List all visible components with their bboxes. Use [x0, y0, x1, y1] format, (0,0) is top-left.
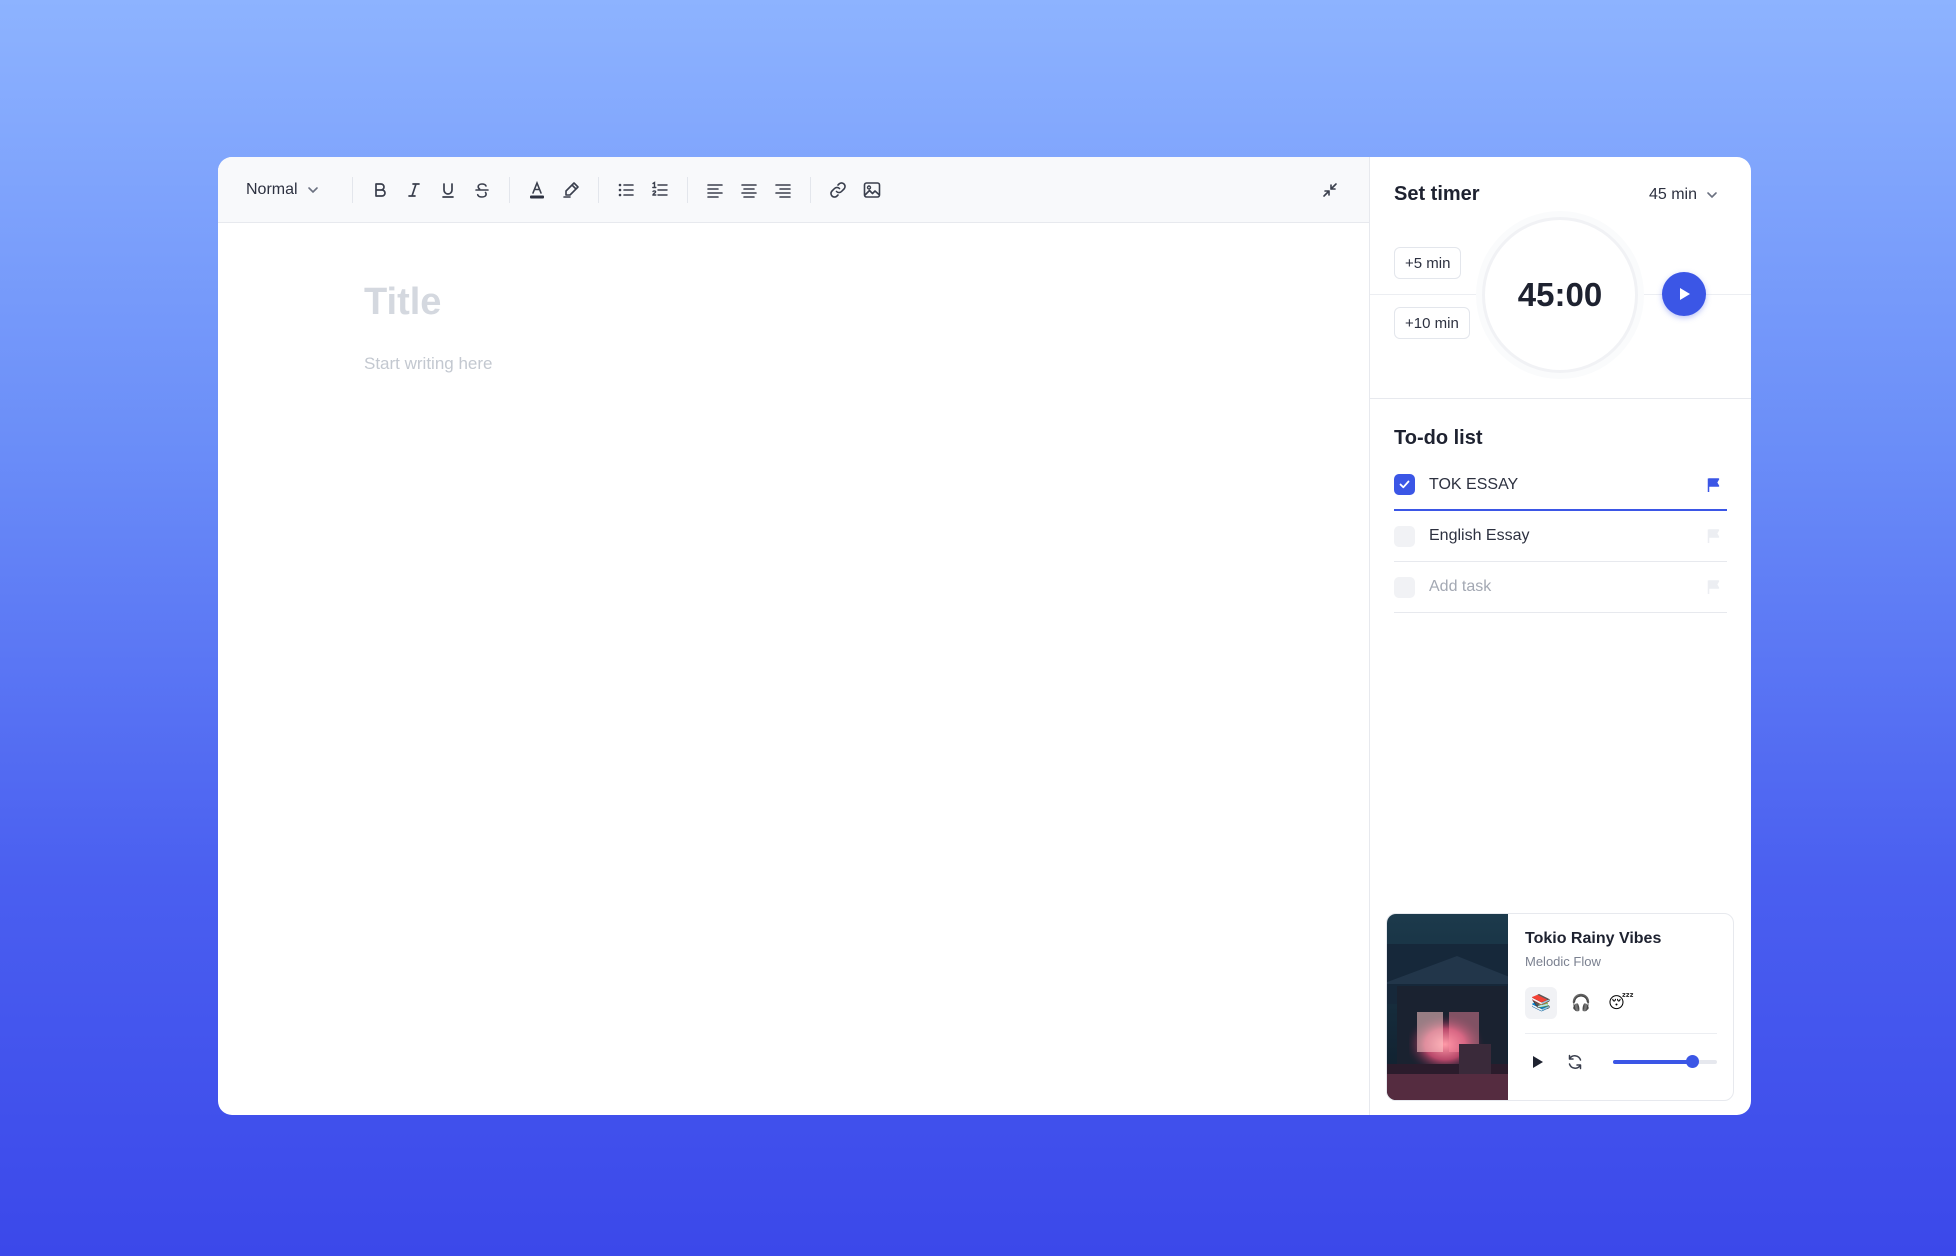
bold-icon	[374, 182, 386, 197]
track-artist: Melodic Flow	[1525, 954, 1601, 969]
flag-icon[interactable]	[1705, 578, 1723, 596]
todo-checkbox[interactable]	[1394, 576, 1415, 598]
repeat-button[interactable]	[1563, 1050, 1587, 1074]
strikethrough-icon	[474, 182, 489, 198]
track-title: Tokio Rainy Vibes	[1525, 930, 1662, 947]
timer-dial: 45:00	[1482, 217, 1638, 373]
underline-icon	[441, 182, 454, 198]
todo-section: To-do list TOK ESSAY English Essay Add t…	[1370, 399, 1751, 613]
text-style-select[interactable]: Normal	[246, 181, 320, 199]
music-play-button[interactable]	[1525, 1050, 1549, 1074]
timer-section: Set timer 45 min +5 min +10 min 45:00	[1370, 157, 1751, 399]
chevron-down-icon	[1707, 191, 1717, 198]
align-center-button[interactable]	[732, 173, 766, 207]
align-right-icon	[774, 183, 791, 198]
timer-header: Set timer 45 min	[1370, 157, 1751, 206]
timer-duration-select[interactable]: 45 min	[1649, 186, 1719, 204]
add-5-min-button[interactable]: +5 min	[1394, 247, 1462, 279]
toolbar-divider	[597, 176, 599, 203]
timer-display: 45:00	[1517, 276, 1603, 313]
align-left-button[interactable]	[698, 173, 732, 207]
image-button[interactable]	[855, 173, 889, 207]
highlighter-icon	[562, 181, 579, 198]
collapse-button[interactable]	[1313, 173, 1347, 207]
italic-button[interactable]	[397, 173, 431, 207]
music-divider	[1525, 1033, 1717, 1034]
playback-controls	[1525, 1050, 1717, 1074]
toolbar-divider	[508, 176, 510, 203]
todo-label: TOK ESSAY	[1429, 475, 1519, 493]
add-task-input[interactable]: Add task	[1429, 578, 1705, 596]
link-button[interactable]	[821, 173, 855, 207]
italic-icon	[407, 182, 420, 197]
sidebar: Set timer 45 min +5 min +10 min 45:00 To…	[1370, 157, 1751, 1115]
todo-item[interactable]: TOK ESSAY	[1394, 460, 1727, 511]
numbered-list-button[interactable]	[643, 173, 677, 207]
flag-icon[interactable]	[1705, 476, 1723, 494]
underline-button[interactable]	[431, 173, 465, 207]
play-icon	[1533, 1056, 1543, 1068]
todo-title: To-do list	[1394, 427, 1483, 449]
bullet-list-button[interactable]	[609, 173, 643, 207]
album-cover	[1387, 914, 1508, 1100]
text-style-value: Normal	[246, 180, 298, 198]
image-icon	[863, 181, 880, 198]
app-window: Normal Title Start writing here Set time…	[218, 157, 1751, 1115]
bold-button[interactable]	[363, 173, 397, 207]
collapse-icon	[1323, 183, 1337, 197]
toolbar-divider	[686, 176, 688, 203]
todo-item[interactable]: English Essay	[1394, 511, 1727, 562]
document-body-input[interactable]: Start writing here	[364, 354, 1369, 374]
volume-fill	[1613, 1060, 1693, 1064]
todo-label: English Essay	[1429, 527, 1530, 544]
numbered-list-icon	[651, 180, 668, 196]
timer-duration-value: 45 min	[1648, 185, 1697, 203]
toolbar-divider	[351, 176, 353, 203]
link-icon	[829, 181, 846, 198]
flag-icon[interactable]	[1705, 527, 1723, 545]
align-right-button[interactable]	[766, 173, 800, 207]
text-color-button[interactable]	[520, 173, 554, 207]
timer-start-button[interactable]	[1662, 272, 1706, 316]
album-art-image	[1387, 914, 1508, 1100]
editor-toolbar: Normal	[218, 157, 1369, 223]
align-center-icon	[740, 183, 757, 198]
editor-body[interactable]: Title Start writing here	[218, 223, 1369, 374]
mood-sleep-button[interactable]: 😴	[1605, 987, 1637, 1019]
music-info: Tokio Rainy Vibes Melodic Flow 📚 🎧 😴	[1508, 914, 1733, 1100]
repeat-icon	[1568, 1054, 1582, 1070]
mood-selector: 📚 🎧 😴	[1525, 987, 1717, 1019]
mood-study-button[interactable]: 📚	[1525, 987, 1557, 1019]
add-10-min-button[interactable]: +10 min	[1394, 307, 1470, 339]
strikethrough-button[interactable]	[465, 173, 499, 207]
volume-knob[interactable]	[1686, 1055, 1700, 1068]
toolbar-divider	[809, 176, 811, 203]
check-icon	[1399, 480, 1410, 489]
editor-panel: Normal Title Start writing here	[218, 157, 1370, 1115]
timer-title: Set timer	[1394, 183, 1480, 205]
play-icon	[1680, 288, 1690, 300]
add-task-row[interactable]: Add task	[1394, 562, 1727, 613]
text-color-icon	[529, 180, 544, 198]
document-title-input[interactable]: Title	[364, 281, 1369, 324]
bullet-list-icon	[618, 183, 634, 196]
align-left-icon	[706, 183, 723, 198]
music-player: Tokio Rainy Vibes Melodic Flow 📚 🎧 😴	[1386, 913, 1734, 1101]
mood-headphones-button[interactable]: 🎧	[1565, 987, 1597, 1019]
highlight-button[interactable]	[554, 173, 588, 207]
volume-slider[interactable]	[1613, 1055, 1717, 1068]
todo-checkbox[interactable]	[1394, 525, 1415, 547]
todo-checkbox[interactable]	[1394, 474, 1415, 495]
chevron-down-icon	[307, 186, 318, 193]
